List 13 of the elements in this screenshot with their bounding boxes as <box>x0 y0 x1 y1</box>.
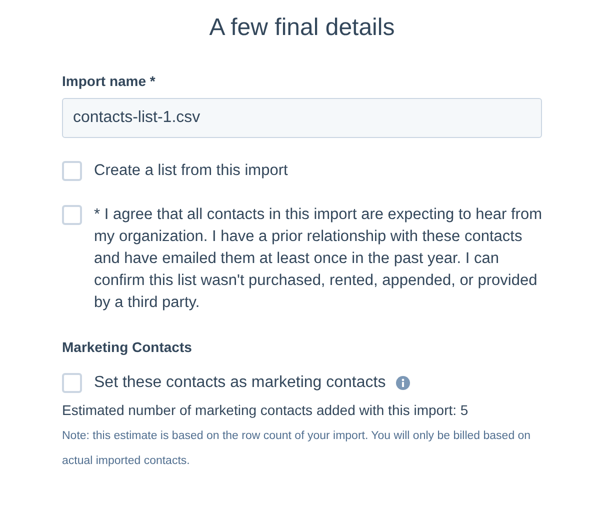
checkbox[interactable] <box>62 161 82 181</box>
page-title: A few final details <box>209 13 395 43</box>
field-label: Import name * <box>62 72 156 90</box>
section-heading: Marketing Contacts <box>62 338 193 356</box>
info-icon[interactable] <box>396 376 410 390</box>
checkbox-label: Create a list from this import <box>94 161 289 181</box>
input-field[interactable]: contacts-list-1.csv <box>62 98 542 138</box>
checkbox-label: * I agree that all contacts in this import are expecting to hear from my organization. I have a prior relationship with these contacts and have emailed them at least once in the past year. I can confirm this list wasn't purchased, rented, appended, or provided by a third party. <box>94 205 542 313</box>
checkbox-label: Set these contacts as marketing contacts <box>94 373 386 393</box>
checkbox[interactable] <box>62 373 82 393</box>
checkbox[interactable] <box>62 205 82 225</box>
estimate-text: Estimated number of marketing contacts added with this import: 5 <box>62 401 470 420</box>
note-text: Note: this estimate is based on the row count of your import. You will only be billed based on actual imported contacts. <box>62 429 532 469</box>
